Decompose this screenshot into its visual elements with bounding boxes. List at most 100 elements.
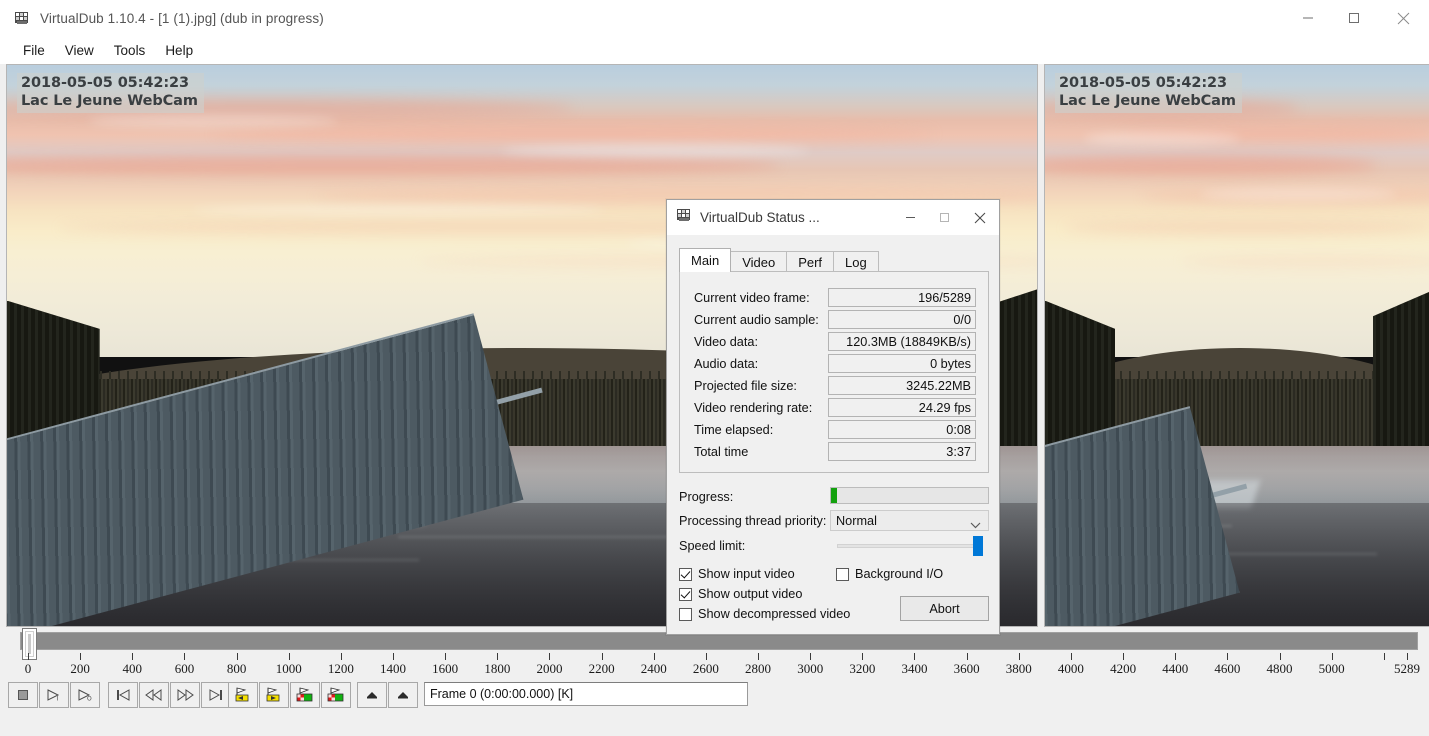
ruler-tick <box>1227 653 1229 660</box>
play-input-button[interactable]: I <box>39 682 69 708</box>
ruler-tick-label: 2000 <box>536 661 563 676</box>
menu-item-tools[interactable]: Tools <box>105 40 155 61</box>
tab-log[interactable]: Log <box>833 251 879 272</box>
stat-row: Current video frame: 196/5289 <box>694 288 976 307</box>
stat-row: Audio data: 0 bytes <box>694 354 976 373</box>
ruler-tick-label: 3200 <box>849 661 876 676</box>
ruler-tick <box>80 653 82 660</box>
stat-label: Video rendering rate: <box>694 400 813 415</box>
stat-label: Current audio sample: <box>694 312 819 327</box>
mark-out-button[interactable] <box>388 682 418 708</box>
ruler-tick-label: 3600 <box>953 661 980 676</box>
stat-value: 0 bytes <box>828 354 976 373</box>
menu-item-help[interactable]: Help <box>156 40 202 61</box>
stat-value: 0:08 <box>828 420 976 439</box>
speed-limit-track <box>837 544 981 548</box>
speed-limit-thumb[interactable] <box>973 536 983 556</box>
ruler-tick-label: 1400 <box>380 661 407 676</box>
window-title: VirtualDub 1.10.4 - [1 (1).jpg] (dub in … <box>40 10 324 26</box>
dialog-maximize-button[interactable] <box>927 200 961 235</box>
output-video-pane[interactable]: 2018-05-05 05:42:23 Lac Le Jeune WebCam <box>1044 64 1429 627</box>
ruler-tick-label: 3400 <box>901 661 928 676</box>
show-decompressed-video-checkbox[interactable]: Show decompressed video <box>679 607 850 621</box>
ruler-tick-label: 400 <box>122 661 143 676</box>
ruler-tick <box>966 653 968 660</box>
stop-button[interactable] <box>8 682 38 708</box>
next-scene-button[interactable] <box>321 682 351 708</box>
menu-item-file[interactable]: File <box>14 40 54 61</box>
minimize-button[interactable] <box>1285 0 1331 36</box>
thread-priority-select[interactable]: Normal <box>830 510 989 531</box>
go-to-end-button[interactable] <box>201 682 231 708</box>
ruler-tick <box>653 653 655 660</box>
stat-row: Video rendering rate: 24.29 fps <box>694 398 976 417</box>
next-keyframe-button[interactable] <box>259 682 289 708</box>
ruler-tick <box>758 653 760 660</box>
ruler-tick-label: 2400 <box>640 661 667 676</box>
main-tab-panel: Current video frame: 196/5289 Current au… <box>679 271 989 473</box>
ruler-tick-label: 200 <box>70 661 90 676</box>
dialog-minimize-button[interactable] <box>893 200 927 235</box>
dialog-close-button[interactable] <box>961 200 999 235</box>
ruler-tick-label: 1800 <box>484 661 511 676</box>
chevron-down-icon <box>970 518 981 532</box>
ruler-tick-label: 2200 <box>588 661 615 676</box>
output-overlay-camera: Lac Le Jeune WebCam <box>1059 92 1236 109</box>
ruler-tick-label: 4600 <box>1214 661 1241 676</box>
abort-button[interactable]: Abort <box>900 596 989 621</box>
show-input-video-checkbox[interactable]: Show input video <box>679 567 795 581</box>
ruler-tick <box>1018 653 1020 660</box>
app-film-icon <box>14 10 30 26</box>
input-overlay-camera: Lac Le Jeune WebCam <box>21 92 198 109</box>
ruler-tick <box>862 653 864 660</box>
menu-item-view[interactable]: View <box>56 40 103 61</box>
tab-video[interactable]: Video <box>730 251 788 272</box>
ruler-tick <box>1175 653 1177 660</box>
show-output-video-checkbox[interactable]: Show output video <box>679 587 802 601</box>
tab-perf[interactable]: Perf <box>786 251 835 272</box>
title-bar: VirtualDub 1.10.4 - [1 (1).jpg] (dub in … <box>0 0 1429 36</box>
ruler-tick-label: 1000 <box>275 661 302 676</box>
rewind-button[interactable] <box>139 682 169 708</box>
input-overlay-timestamp: 2018-05-05 05:42:23 <box>21 75 190 91</box>
play-output-button[interactable]: O <box>70 682 100 708</box>
checkbox-box <box>679 567 692 581</box>
mark-in-button[interactable] <box>357 682 387 708</box>
ruler-tick-label: 4400 <box>1162 661 1189 676</box>
speed-limit-label: Speed limit: <box>679 539 746 553</box>
ruler-tick <box>184 653 186 660</box>
previous-scene-button[interactable] <box>290 682 320 708</box>
background-io-checkbox[interactable]: Background I/O <box>836 567 943 581</box>
ruler-tick-label: 2800 <box>745 661 772 676</box>
go-to-start-button[interactable] <box>108 682 138 708</box>
ruler-tick-label: 800 <box>226 661 247 676</box>
input-overlay-text: 2018-05-05 05:42:23 Lac Le Jeune WebCam <box>17 73 204 114</box>
ruler-tick <box>1070 653 1072 660</box>
ruler-tick <box>28 653 29 660</box>
fast-forward-button[interactable] <box>170 682 200 708</box>
stat-label: Current video frame: <box>694 290 810 305</box>
stat-row: Video data: 120.3MB (18849KB/s) <box>694 332 976 351</box>
tab-main[interactable]: Main <box>679 248 732 272</box>
output-overlay-timestamp: 2018-05-05 05:42:23 <box>1059 75 1228 91</box>
progress-label: Progress: <box>679 490 734 504</box>
maximize-button[interactable] <box>1331 0 1377 36</box>
stat-value: 3:37 <box>828 442 976 461</box>
ruler-tick <box>1123 653 1125 660</box>
speed-limit-slider[interactable] <box>837 536 989 556</box>
previous-keyframe-button[interactable] <box>228 682 258 708</box>
checkbox-box <box>679 607 692 621</box>
dialog-title: VirtualDub Status ... <box>700 210 820 225</box>
svg-text:I: I <box>57 696 59 703</box>
dialog-title-bar: VirtualDub Status ... <box>667 200 999 235</box>
ruler-tick <box>601 653 603 660</box>
frame-status-field[interactable]: Frame 0 (0:00:00.000) [K] <box>424 682 748 706</box>
ruler-tick <box>236 653 238 660</box>
close-button[interactable] <box>1377 0 1429 36</box>
ruler-tick-label: 1200 <box>327 661 354 676</box>
checkbox-label: Background I/O <box>855 567 944 581</box>
output-video-frame <box>1045 65 1429 626</box>
virtualdub-window: VirtualDub 1.10.4 - [1 (1).jpg] (dub in … <box>0 0 1429 736</box>
checkbox-box <box>679 587 692 601</box>
stat-label: Total time <box>694 444 749 459</box>
